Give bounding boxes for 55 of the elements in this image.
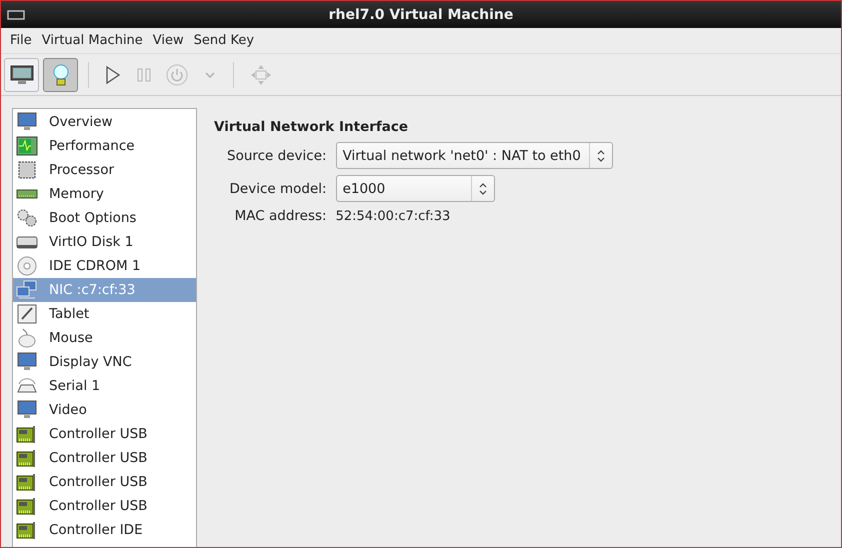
pause-icon	[136, 66, 152, 82]
chart-icon	[16, 136, 38, 156]
card-icon	[16, 472, 38, 492]
field-label: Source device:	[227, 148, 327, 164]
details-button[interactable]	[43, 58, 78, 92]
disc-icon	[16, 256, 38, 276]
tablet-icon	[16, 304, 38, 324]
sidebar-item[interactable]: Controller USB	[13, 494, 196, 518]
dropdown[interactable]: Virtual network 'net0' : NAT to eth0	[336, 142, 613, 169]
mouse-icon	[16, 328, 38, 348]
move-icon	[249, 62, 273, 86]
card-icon	[16, 448, 38, 468]
sidebar-item[interactable]: Controller USB	[13, 470, 196, 494]
sidebar-item[interactable]: Controller USB	[13, 446, 196, 470]
monitor-icon	[16, 112, 38, 132]
menu-item[interactable]: File	[5, 33, 37, 48]
window-title: rhel7.0 Virtual Machine	[328, 6, 514, 22]
updown-icon	[478, 182, 487, 194]
card-icon	[16, 424, 38, 444]
sidebar-item[interactable]: IDE CDROM 1	[13, 254, 196, 278]
chip-icon	[16, 160, 38, 180]
sidebar-item[interactable]: Serial 1	[13, 374, 196, 398]
menu-item[interactable]: Send Key	[188, 33, 260, 48]
updown-icon	[596, 150, 605, 162]
monitor-icon	[16, 352, 38, 372]
field-label: MAC address:	[234, 208, 327, 224]
monitor-icon	[10, 64, 34, 86]
sidebar-item[interactable]: Performance	[13, 134, 196, 158]
menu-item[interactable]: View	[148, 33, 189, 48]
dropdown[interactable]: e1000	[336, 175, 495, 202]
section-heading: Virtual Network Interface	[214, 119, 410, 135]
sidebar-item[interactable]: Memory	[13, 182, 196, 206]
card-icon	[16, 496, 38, 516]
sidebar-item[interactable]: Mouse	[13, 326, 196, 350]
play-icon	[104, 64, 122, 84]
sidebar-item[interactable]: Tablet	[13, 302, 196, 326]
power-icon	[166, 64, 188, 86]
card-icon	[16, 520, 38, 540]
sidebar-item[interactable]: Boot Options	[13, 206, 196, 230]
sidebar-item[interactable]: Controller USB	[13, 422, 196, 446]
sidebar-item[interactable]: Overview	[13, 110, 196, 134]
field-label: Device model:	[230, 180, 327, 196]
sidebar-item[interactable]: Display VNC	[13, 350, 196, 374]
monitor-icon	[16, 400, 38, 420]
sidebar-item[interactable]: Controller IDE	[13, 518, 196, 542]
monitor-icon	[7, 10, 25, 20]
sidebar-item[interactable]: Video	[13, 398, 196, 422]
field-value: 52:54:00:c7:cf:33	[336, 208, 450, 224]
sidebar-item[interactable]: Processor	[13, 158, 196, 182]
menu-item[interactable]: Virtual Machine	[36, 33, 148, 48]
console-button[interactable]	[4, 58, 39, 92]
sidebar-item[interactable]: VirtIO Disk 1	[13, 230, 196, 254]
network-icon	[16, 280, 38, 300]
gears-icon	[16, 208, 38, 228]
caret-icon	[204, 70, 216, 78]
